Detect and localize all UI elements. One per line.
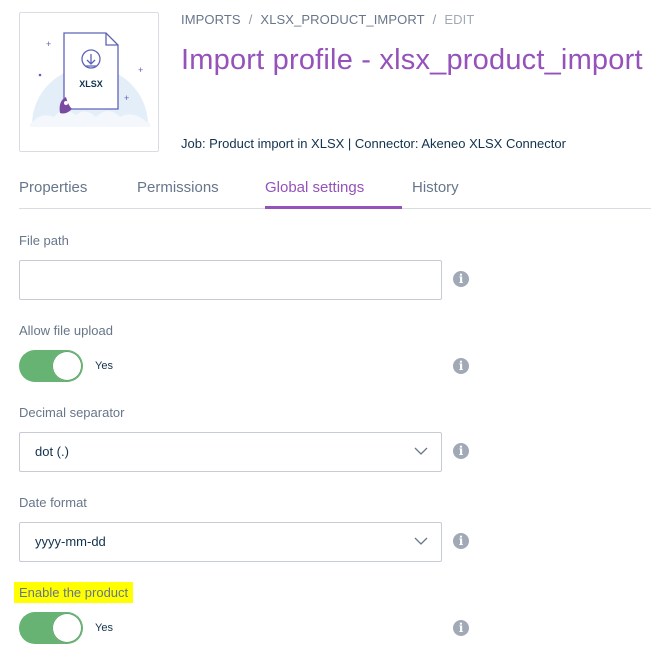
enable-product-label: Enable the product: [14, 582, 134, 603]
chevron-down-icon: [414, 447, 428, 455]
enable-product-info-icon[interactable]: i: [453, 620, 469, 636]
decimal-separator-select[interactable]: dot (.): [19, 432, 442, 472]
tab-properties[interactable]: Properties: [19, 179, 87, 196]
file-path-label: File path: [19, 233, 69, 248]
file-path-input[interactable]: [19, 260, 442, 300]
date-format-info-icon[interactable]: i: [453, 533, 469, 549]
svg-text:+: +: [46, 39, 51, 49]
enable-product-state: Yes: [95, 622, 113, 634]
breadcrumb-profile[interactable]: XLSX_PRODUCT_IMPORT: [260, 12, 424, 27]
decimal-separator-value: dot (.): [35, 444, 69, 459]
decimal-separator-info-icon[interactable]: i: [453, 443, 469, 459]
file-path-info-icon[interactable]: i: [453, 271, 469, 287]
page-title: Import profile - xlsx_product_import: [181, 44, 643, 76]
date-format-label: Date format: [19, 495, 87, 510]
allow-file-upload-info-icon[interactable]: i: [453, 358, 469, 374]
allow-file-upload-state: Yes: [95, 360, 113, 372]
tab-permissions[interactable]: Permissions: [137, 179, 219, 196]
decimal-separator-label: Decimal separator: [19, 405, 125, 420]
date-format-select[interactable]: yyyy-mm-dd: [19, 522, 442, 562]
file-upload-illustration: XLSX + + +: [30, 32, 150, 127]
svg-text:+: +: [124, 93, 129, 103]
breadcrumb-imports[interactable]: IMPORTS: [181, 12, 241, 27]
breadcrumb-edit: EDIT: [444, 12, 475, 27]
svg-text:+: +: [138, 65, 143, 75]
file-type-label: XLSX: [79, 79, 103, 89]
date-format-value: yyyy-mm-dd: [35, 534, 106, 549]
chevron-down-icon: [414, 537, 428, 545]
active-tab-indicator: [265, 206, 402, 209]
allow-file-upload-label: Allow file upload: [19, 323, 113, 338]
tab-bar: Properties Permissions Global settings H…: [19, 175, 651, 209]
toggle-knob: [52, 351, 82, 381]
job-info: Job: Product import in XLSX | Connector:…: [181, 136, 566, 151]
enable-product-toggle[interactable]: [19, 612, 83, 644]
tab-global-settings[interactable]: Global settings: [265, 179, 364, 196]
allow-file-upload-toggle[interactable]: [19, 350, 83, 382]
toggle-knob: [52, 613, 82, 643]
import-illustration: XLSX + + +: [19, 12, 159, 152]
breadcrumb: IMPORTS / XLSX_PRODUCT_IMPORT / EDIT: [181, 12, 475, 27]
tab-history[interactable]: History: [412, 179, 459, 196]
